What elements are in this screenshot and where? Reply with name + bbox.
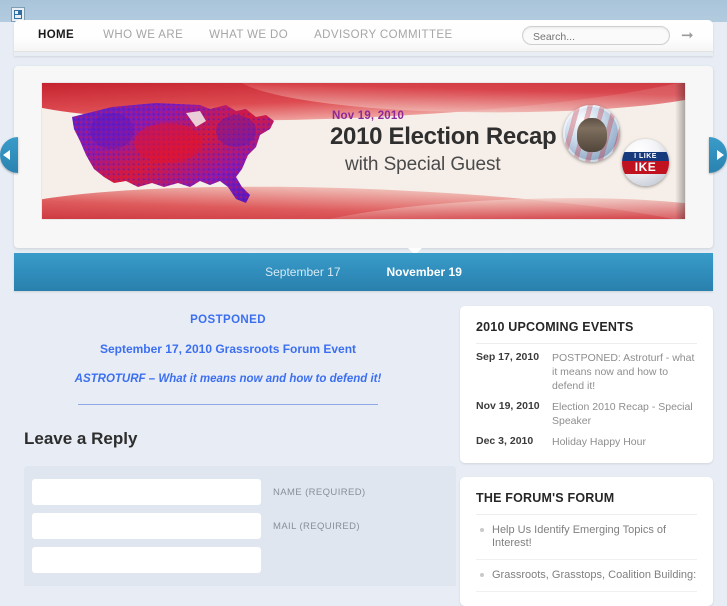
upcoming-events-card: 2010 UPCOMING EVENTS Sep 17, 2010 POSTPO… xyxy=(460,306,713,463)
forums-forum-title: THE FORUM'S FORUM xyxy=(476,491,697,515)
top-strip xyxy=(0,0,727,22)
nav-item-home[interactable]: HOME xyxy=(14,20,91,51)
search-submit-arrow-right-icon[interactable]: ➞ xyxy=(681,28,699,44)
nav-item-what-we-do[interactable]: WHAT WE DO xyxy=(196,20,301,51)
slider-tab-november-19[interactable]: November 19 xyxy=(375,265,474,279)
slide-banner[interactable]: Nov 19, 2010 2010 Election Recap with Sp… xyxy=(42,83,685,219)
comment-mail-input[interactable] xyxy=(32,513,261,539)
search-input[interactable] xyxy=(523,28,669,46)
us-election-map-image xyxy=(72,103,274,203)
nav-item-who-we-are[interactable]: WHO WE ARE xyxy=(91,20,196,51)
list-item[interactable]: Grassroots, Grasstops, Coalition Buildin… xyxy=(476,560,697,592)
event-row[interactable]: Nov 19, 2010 Election 2010 Recap - Speci… xyxy=(476,393,697,428)
post-title[interactable]: September 17, 2010 Grassroots Forum Even… xyxy=(14,342,442,356)
event-row[interactable]: Sep 17, 2010 POSTPONED: Astroturf - what… xyxy=(476,344,697,393)
search-box[interactable] xyxy=(522,26,670,46)
event-text: POSTPONED: Astroturf - what it means now… xyxy=(552,352,695,392)
event-date: Dec 3, 2010 xyxy=(476,435,534,447)
comment-mail-label: MAIL (REQUIRED) xyxy=(273,520,360,532)
upcoming-events-title: 2010 UPCOMING EVENTS xyxy=(476,320,697,344)
comment-form-row-mail: MAIL (REQUIRED) xyxy=(32,513,456,539)
featured-slider: Nov 19, 2010 2010 Election Recap with Sp… xyxy=(14,66,713,248)
banner-date: Nov 19, 2010 xyxy=(332,110,405,122)
forum-topic-list: Help Us Identify Emerging Topics of Inte… xyxy=(476,515,697,592)
roosevelt-button-icon xyxy=(563,105,620,162)
event-row[interactable]: Dec 3, 2010 Holiday Happy Hour xyxy=(476,428,697,449)
list-item[interactable]: Help Us Identify Emerging Topics of Inte… xyxy=(476,515,697,560)
site-header: HOME WHO WE ARE WHAT WE DO ADVISORY COMM… xyxy=(14,20,713,56)
comment-name-label: NAME (REQUIRED) xyxy=(273,486,366,498)
event-text: Holiday Happy Hour xyxy=(552,436,646,448)
i-like-ike-button-icon: I LIKE IKE xyxy=(622,139,669,186)
nav-item-advisory-committee[interactable]: ADVISORY COMMITTEE xyxy=(301,20,465,51)
banner-subtitle: with Special Guest xyxy=(345,154,501,175)
slider-prev-chevron-left-icon[interactable] xyxy=(0,137,18,173)
header-divider xyxy=(14,51,713,56)
main-navigation: HOME WHO WE ARE WHAT WE DO ADVISORY COMM… xyxy=(14,20,466,51)
post-tagline[interactable]: ASTROTURF – What it means now and how to… xyxy=(14,373,442,385)
post-divider xyxy=(78,404,378,405)
slider-tab-september-17[interactable]: September 17 xyxy=(253,265,352,279)
event-date: Nov 19, 2010 xyxy=(476,400,540,412)
post-status-postponed[interactable]: POSTPONED xyxy=(14,314,442,326)
slider-tabs: September 17 November 19 xyxy=(14,253,713,291)
ike-badge-line-2: IKE xyxy=(622,160,669,174)
main-content: POSTPONED September 17, 2010 Grassroots … xyxy=(0,300,456,586)
comment-form: NAME (REQUIRED) MAIL (REQUIRED) xyxy=(24,466,456,586)
comment-website-input[interactable] xyxy=(32,547,261,573)
event-text: Election 2010 Recap - Special Speaker xyxy=(552,401,693,427)
comment-name-input[interactable] xyxy=(32,479,261,505)
event-date: Sep 17, 2010 xyxy=(476,351,540,363)
banner-title: 2010 Election Recap xyxy=(330,123,557,150)
leave-a-reply-heading: Leave a Reply xyxy=(24,429,138,448)
slider-next-chevron-right-icon[interactable] xyxy=(709,137,727,173)
forums-forum-card: THE FORUM'S FORUM Help Us Identify Emerg… xyxy=(460,477,713,606)
comment-form-row-website xyxy=(32,547,456,573)
comment-form-row-name: NAME (REQUIRED) xyxy=(32,479,456,505)
sidebar: 2010 UPCOMING EVENTS Sep 17, 2010 POSTPO… xyxy=(460,306,713,606)
